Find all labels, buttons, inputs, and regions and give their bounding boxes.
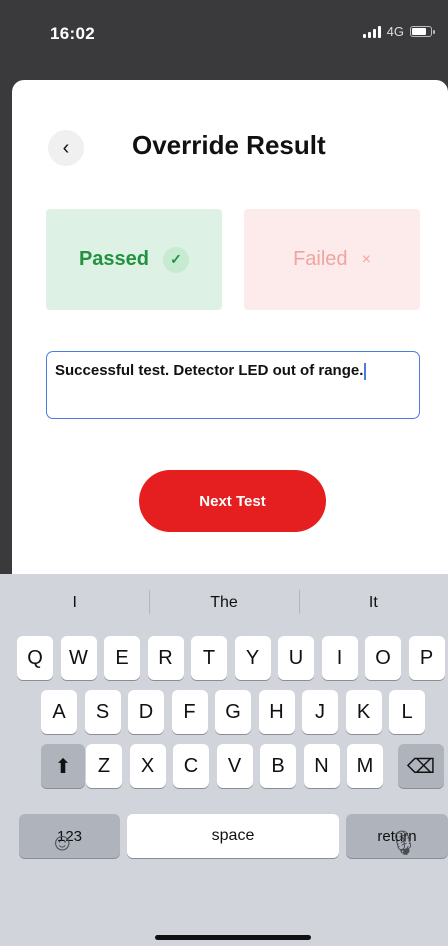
chevron-left-icon: ‹ xyxy=(62,136,70,159)
key-a[interactable]: A xyxy=(41,690,77,734)
microphone-icon[interactable]: 🎙 xyxy=(388,829,418,858)
text-cursor xyxy=(364,362,367,380)
key-h[interactable]: H xyxy=(258,690,295,734)
shift-key[interactable]: ⬆ xyxy=(41,744,85,788)
suggestion-bar: I The It xyxy=(0,574,448,632)
notes-field[interactable]: Successful test. Detector LED out of ran… xyxy=(46,351,420,419)
key-f[interactable]: F xyxy=(171,690,208,734)
key-u[interactable]: U xyxy=(278,636,314,680)
suggestion-item[interactable]: The xyxy=(149,574,298,632)
keyboard-row-3: ⬆ ⌫ ZXCVBNM xyxy=(0,744,448,788)
key-p[interactable]: P xyxy=(408,636,445,680)
suggestion-item[interactable]: I xyxy=(0,574,149,632)
keyboard: I The It QWERTYUIOP ASDFGHJKL ⬆ ⌫ ZXCVBN… xyxy=(0,574,448,946)
key-i[interactable]: I xyxy=(321,636,358,680)
key-v[interactable]: V xyxy=(216,744,253,788)
failed-label: Failed xyxy=(293,248,348,270)
next-test-button[interactable]: Next Test xyxy=(139,470,326,532)
key-q[interactable]: Q xyxy=(17,636,53,680)
key-m[interactable]: M xyxy=(347,744,383,788)
key-j[interactable]: J xyxy=(302,690,338,734)
keyboard-row-2: ASDFGHJKL xyxy=(0,690,448,734)
key-r[interactable]: R xyxy=(147,636,184,680)
delete-icon: ⌫ xyxy=(406,755,436,778)
key-x[interactable]: X xyxy=(129,744,166,788)
key-s[interactable]: S xyxy=(84,690,121,734)
status-indicators: 4G xyxy=(362,24,435,39)
battery-icon xyxy=(410,26,435,37)
back-button[interactable]: ‹ xyxy=(48,130,84,166)
page-title: Override Result xyxy=(132,130,326,160)
notes-text: Successful test. Detector LED out of ran… xyxy=(55,362,364,379)
key-w[interactable]: W xyxy=(60,636,97,680)
delete-key[interactable]: ⌫ xyxy=(398,744,444,788)
next-test-label: Next Test xyxy=(199,492,266,510)
failed-option[interactable]: Failed × xyxy=(244,209,420,310)
key-y[interactable]: Y xyxy=(234,636,271,680)
key-z[interactable]: Z xyxy=(86,744,122,788)
key-t[interactable]: T xyxy=(191,636,227,680)
close-icon: × xyxy=(361,250,371,268)
network-label: 4G xyxy=(386,24,404,39)
key-d[interactable]: D xyxy=(128,690,164,734)
emoji-icon[interactable]: ☺ xyxy=(50,829,75,857)
key-b[interactable]: B xyxy=(260,744,296,788)
key-o[interactable]: O xyxy=(365,636,401,680)
passed-option[interactable]: Passed ✓ xyxy=(46,209,222,310)
key-e[interactable]: E xyxy=(104,636,140,680)
key-g[interactable]: G xyxy=(215,690,251,734)
key-c[interactable]: C xyxy=(173,744,209,788)
key-n[interactable]: N xyxy=(303,744,340,788)
shift-icon: ⬆ xyxy=(54,755,72,778)
space-key[interactable]: space xyxy=(127,814,339,858)
key-l[interactable]: L xyxy=(389,690,425,734)
home-indicator xyxy=(155,935,311,940)
suggestion-item[interactable]: It xyxy=(298,574,448,632)
status-time: 16:02 xyxy=(50,24,95,43)
check-icon: ✓ xyxy=(163,246,190,273)
keyboard-row-1: QWERTYUIOP xyxy=(0,636,448,680)
status-bar: 16:02 4G xyxy=(0,0,448,78)
passed-label: Passed xyxy=(78,248,150,270)
key-k[interactable]: K xyxy=(345,690,382,734)
signal-icon xyxy=(362,25,381,38)
